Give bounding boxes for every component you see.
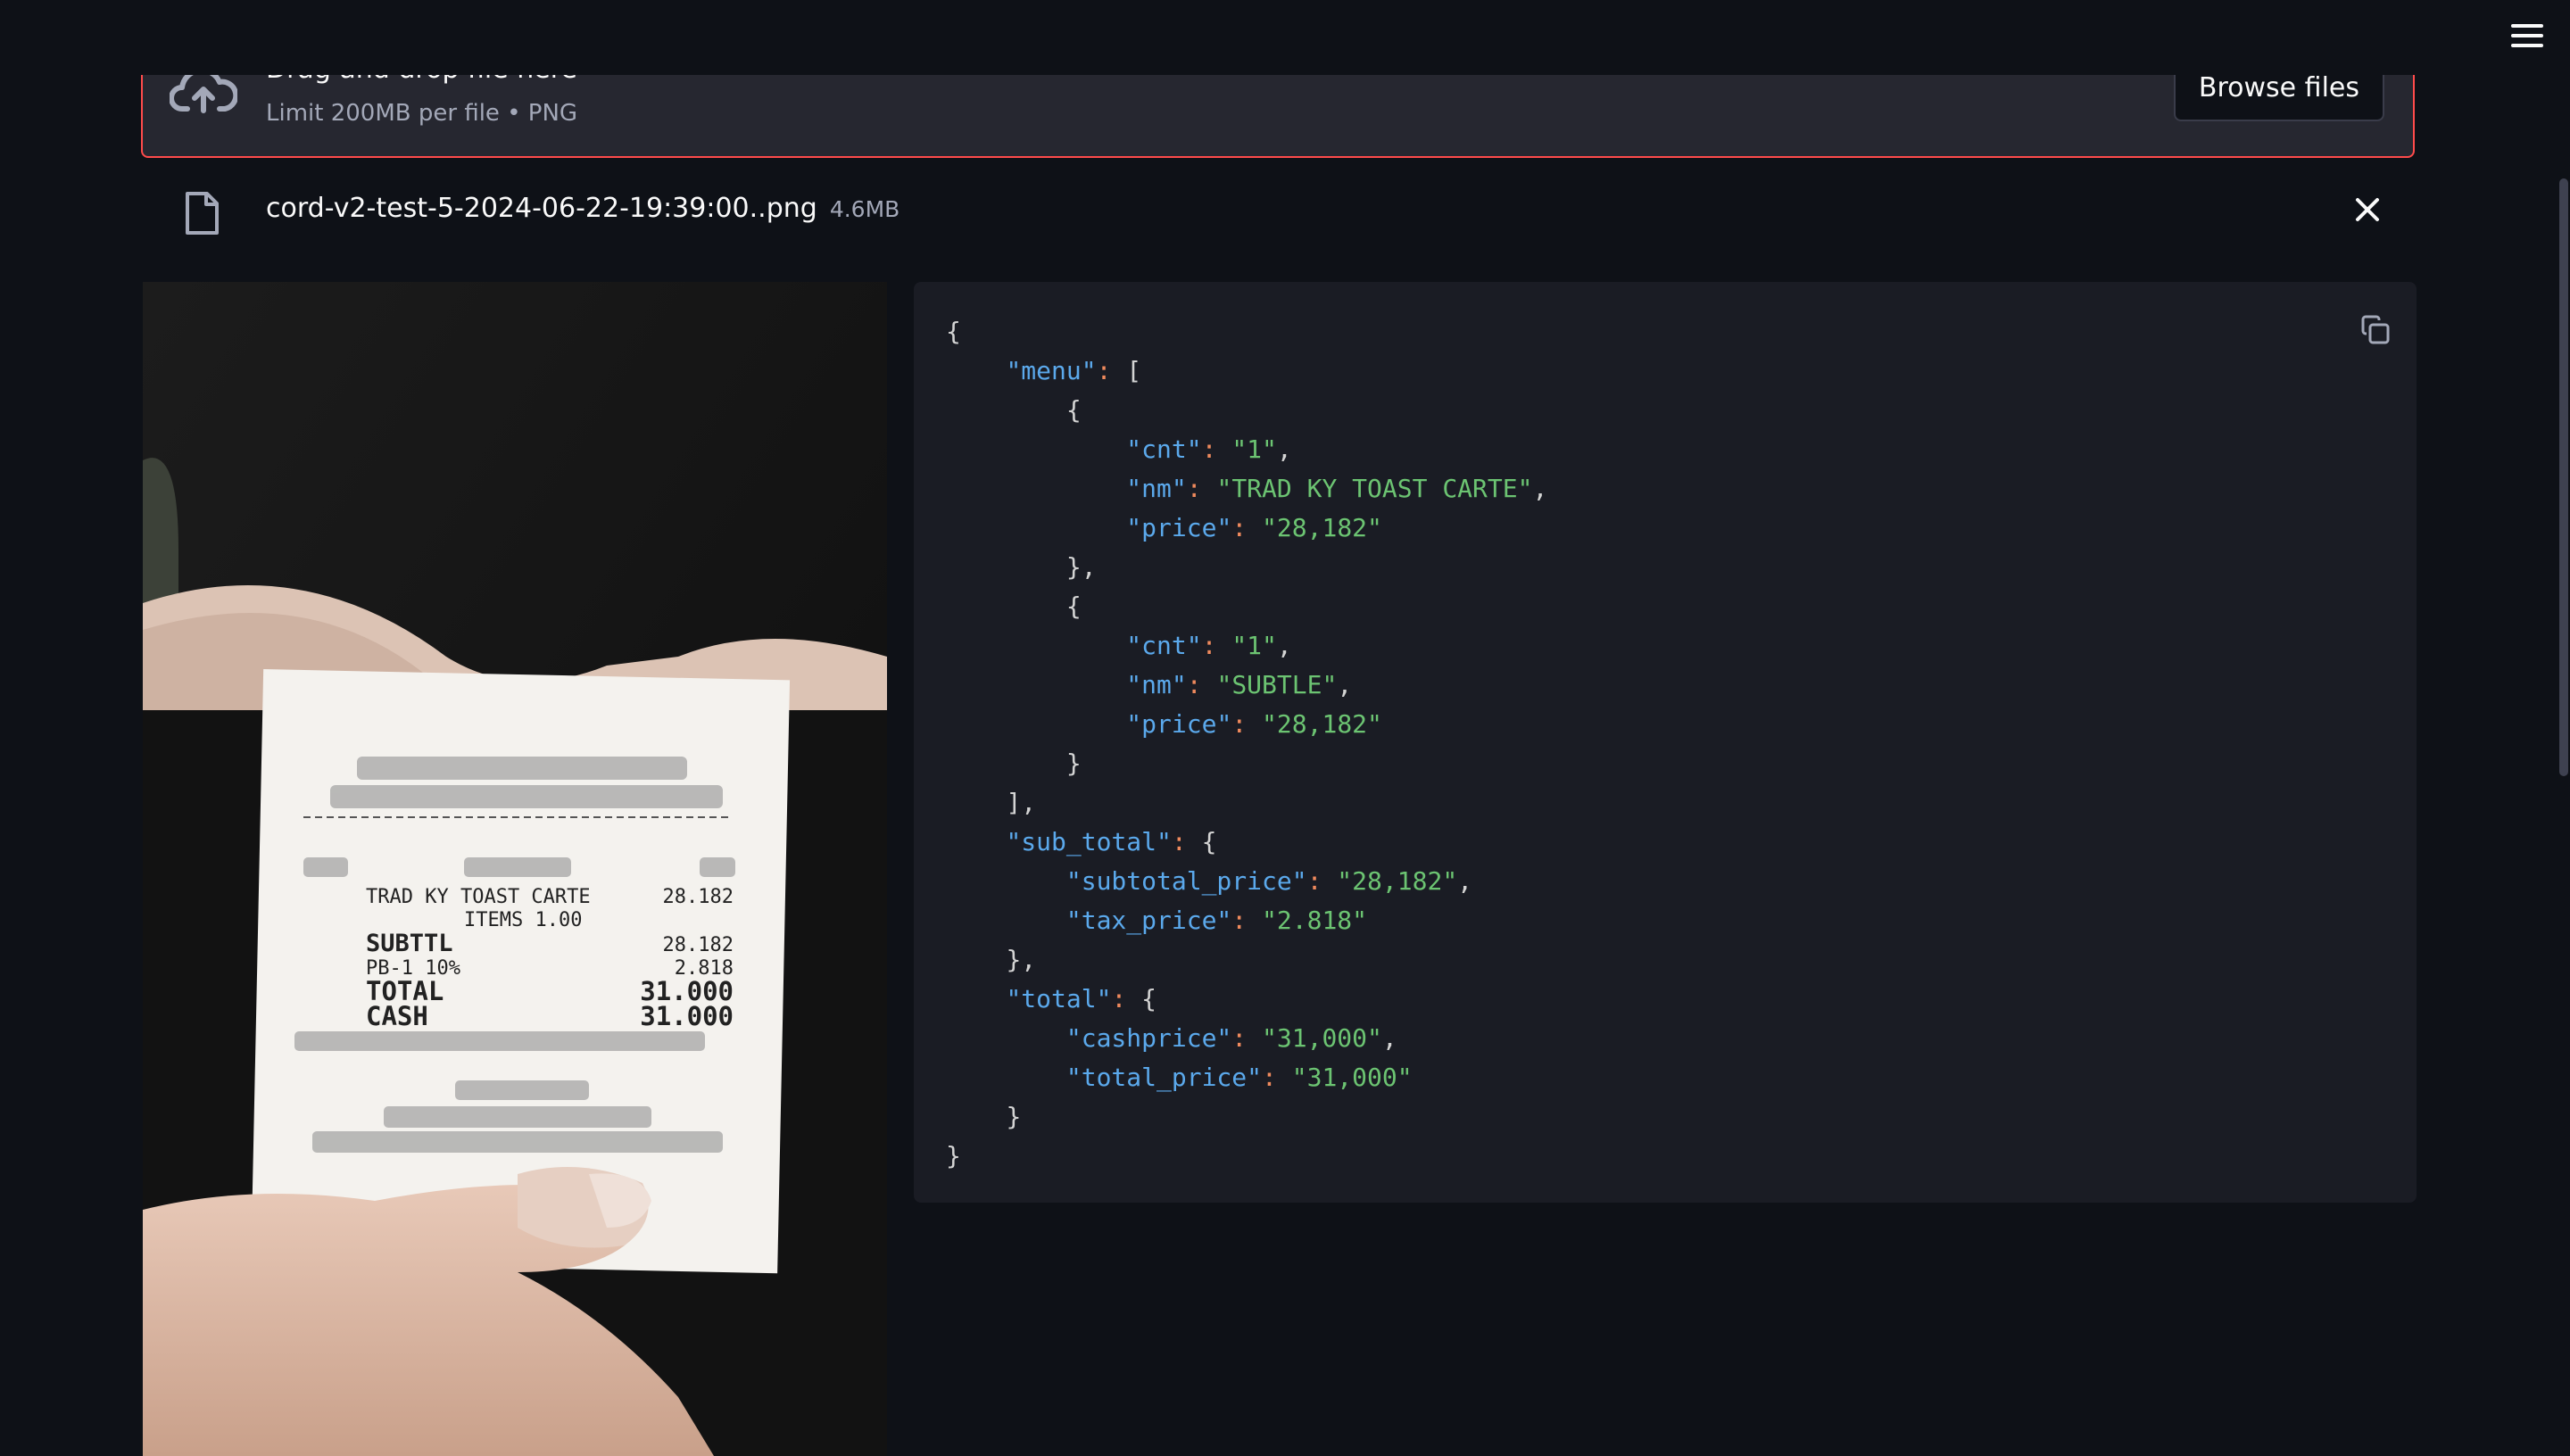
close-icon[interactable]: [2352, 194, 2383, 225]
receipt-cash-value: 31.000: [640, 1001, 734, 1031]
top-header: [0, 0, 2570, 75]
file-name-text: cord-v2-test-5-2024-06-22-19:39:00..png: [266, 193, 817, 224]
file-icon: [186, 192, 219, 235]
receipt-item-price: 28.182: [663, 886, 734, 908]
receipt-cash-label: CASH: [366, 1001, 428, 1031]
file-name: cord-v2-test-5-2024-06-22-19:39:00..png 4…: [266, 193, 900, 224]
menu-0-nm: TRAD KY TOAST CARTE: [1231, 474, 1518, 503]
copy-icon[interactable]: [2359, 314, 2392, 346]
file-size: 4.6MB: [829, 196, 900, 222]
json-code: { "menu": [ { "cnt": "1", "nm": "TRAD KY…: [946, 317, 1548, 1171]
tax-price: 2.818: [1276, 906, 1353, 935]
json-output-block: { "menu": [ { "cnt": "1", "nm": "TRAD KY…: [914, 282, 2417, 1203]
page-scrollbar[interactable]: [2558, 178, 2570, 776]
dropzone-limit-text: Limit 200MB per file • PNG: [266, 100, 578, 127]
uploaded-file-row: cord-v2-test-5-2024-06-22-19:39:00..png 4…: [141, 178, 2415, 246]
scrollbar-thumb[interactable]: [2559, 178, 2568, 776]
receipt-item-name: TRAD KY TOAST CARTE: [366, 886, 591, 908]
cashprice: 31,000: [1276, 1023, 1368, 1053]
receipt-items-count: ITEMS 1.00: [464, 909, 582, 931]
receipt-subtotal-value: 28.182: [663, 934, 734, 956]
menu-1-nm: SUBTLE: [1231, 670, 1322, 699]
total-price: 31,000: [1306, 1063, 1397, 1092]
subtotal-price: 28,182: [1352, 866, 1443, 896]
menu-0-price: 28,182: [1276, 513, 1368, 542]
menu-0-cnt: 1: [1247, 434, 1263, 464]
receipt-photo: TRAD KY TOAST CARTE 28.182 ITEMS 1.00 SU…: [143, 282, 887, 1456]
menu-1-price: 28,182: [1276, 709, 1368, 739]
hamburger-menu-icon[interactable]: [2511, 24, 2543, 51]
menu-1-cnt: 1: [1247, 631, 1263, 660]
receipt-subtotal-label: SUBTTL: [366, 930, 453, 957]
